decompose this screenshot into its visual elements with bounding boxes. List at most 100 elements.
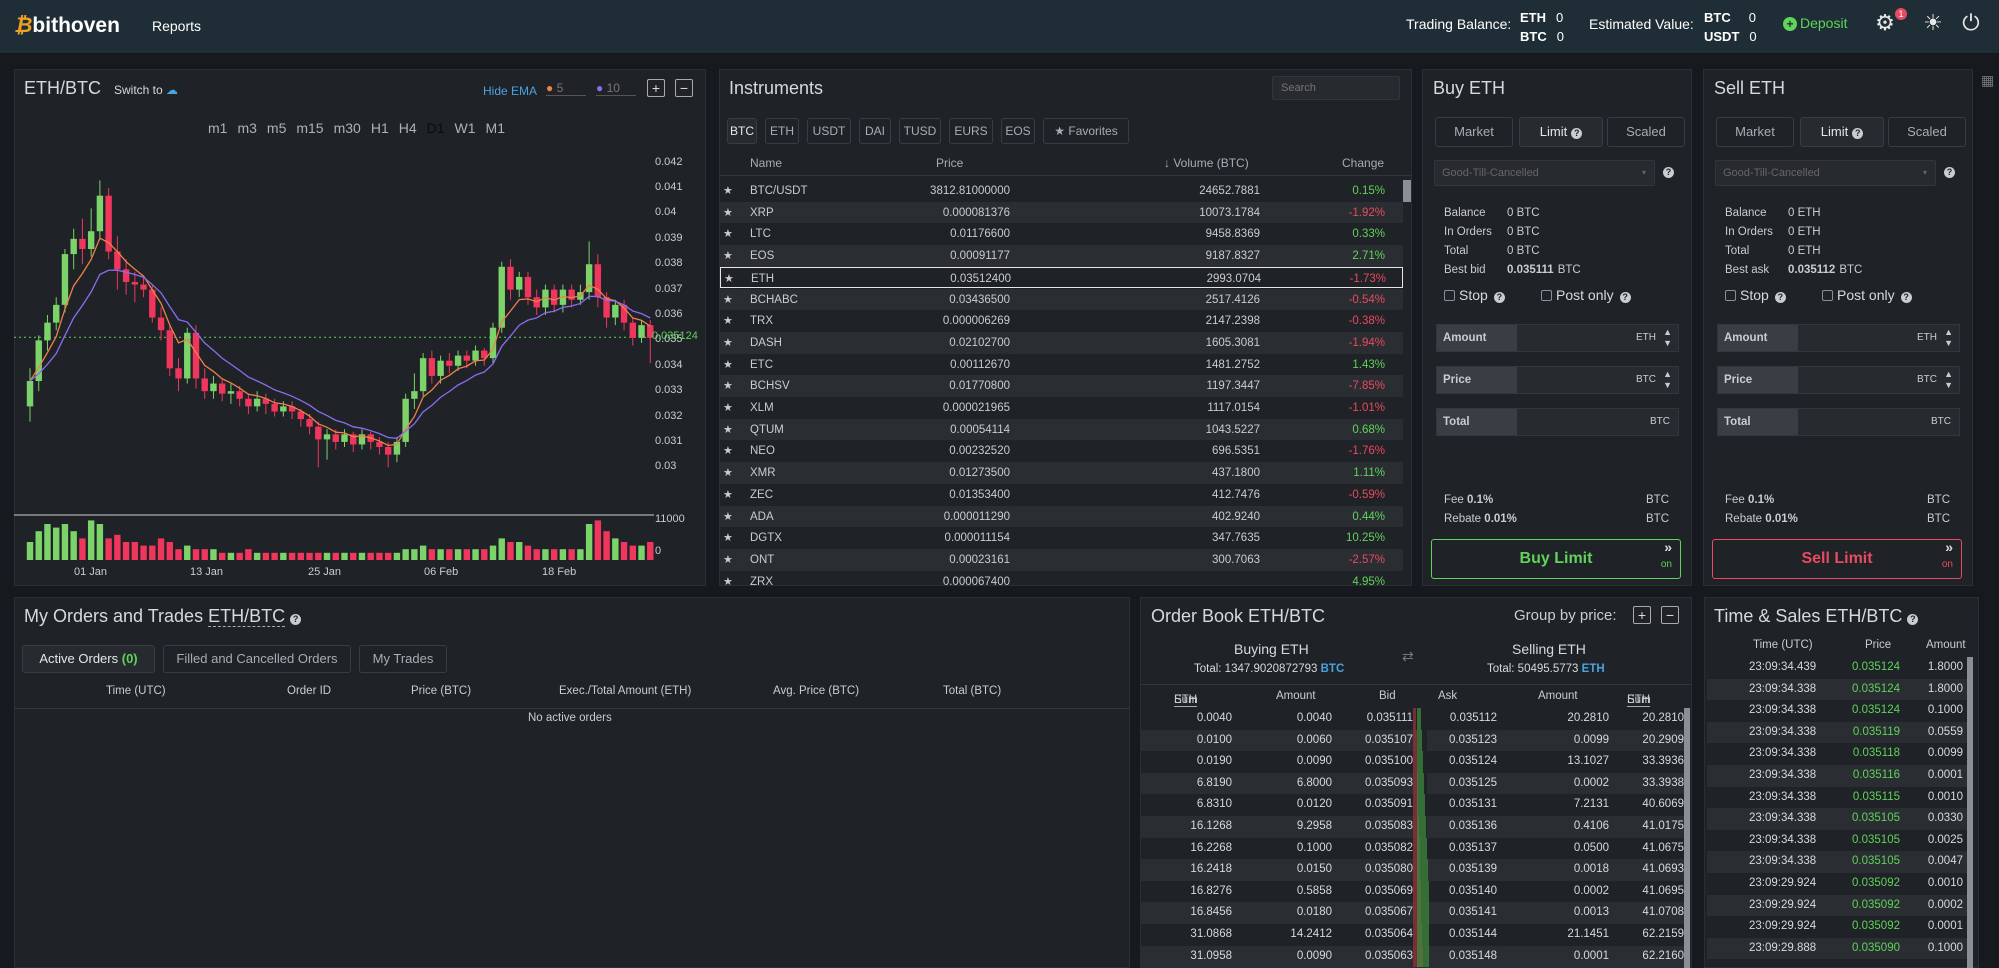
price-chart[interactable] xyxy=(14,140,654,580)
timeframe-m1[interactable]: m1 xyxy=(208,120,227,136)
buy-order-type-tab[interactable]: Scaled xyxy=(1607,117,1685,147)
timeframe-m5[interactable]: m5 xyxy=(267,120,286,136)
stepper-icon[interactable]: ▲ ▼ xyxy=(1663,369,1672,391)
instrument-row[interactable]: ★ ONT 0.00023161 300.7063 -2.57% xyxy=(720,548,1403,571)
instrument-row[interactable]: ★ DGTX 0.000011154 347.7635 10.25% xyxy=(720,527,1403,549)
timeframe-D1[interactable]: D1 xyxy=(427,120,445,136)
favorite-star-icon[interactable]: ★ xyxy=(723,553,733,566)
favorite-star-icon[interactable]: ★ xyxy=(723,358,733,371)
orders-column-header[interactable]: Exec./Total Amount (ETH) xyxy=(559,685,691,697)
timeframe-H4[interactable]: H4 xyxy=(399,120,417,136)
buy-post-only-checkbox[interactable]: Post only? xyxy=(1541,287,1631,303)
bid-row[interactable]: 16.8456 0.0180 0.035067 xyxy=(1140,902,1416,924)
favorite-star-icon[interactable]: ★ xyxy=(723,488,733,501)
help-icon[interactable]: ? xyxy=(290,614,302,625)
instrument-row[interactable]: ★ TRX 0.000006269 2147.2398 -0.38% xyxy=(720,310,1403,332)
favorite-star-icon[interactable]: ★ xyxy=(723,510,733,523)
sell-tif-select[interactable]: Good-Till-Cancelled ▾ xyxy=(1715,160,1936,186)
ask-row[interactable]: 0.035140 0.0002 41.0695 xyxy=(1417,880,1685,903)
sell-stop-checkbox[interactable]: Stop? xyxy=(1725,287,1786,303)
hide-ema-button[interactable]: Hide EMA xyxy=(483,84,537,98)
help-icon[interactable]: ? xyxy=(1619,292,1631,303)
instrument-row[interactable]: ★ XLM 0.000021965 1117.0154 -1.01% xyxy=(720,397,1403,419)
logo[interactable]: ₿bithoven xyxy=(14,14,120,38)
bid-row[interactable]: 6.8310 0.0120 0.035091 xyxy=(1140,794,1416,816)
stepper-icon[interactable]: ▲ ▼ xyxy=(1663,327,1672,349)
ob-scrollbar[interactable] xyxy=(1684,708,1690,968)
instrument-row[interactable]: ★ ADA 0.000011290 402.9240 0.44% xyxy=(720,505,1403,528)
buy-tif-select[interactable]: Good-Till-Cancelled ▾ xyxy=(1434,160,1655,186)
orders-column-header[interactable]: Order ID xyxy=(287,685,331,697)
favorite-star-icon[interactable]: ★ xyxy=(723,423,733,436)
favorite-star-icon[interactable]: ★ xyxy=(724,272,734,285)
instrument-row[interactable]: ★ EOS 0.00091177 9187.8327 2.71% xyxy=(720,245,1403,267)
help-icon[interactable]: ? xyxy=(1493,292,1505,303)
tab-filled-cancelled[interactable]: Filled and Cancelled Orders xyxy=(163,645,351,673)
ask-row[interactable]: 0.035112 20.2810 20.2810 xyxy=(1417,708,1685,730)
sell-amount-input[interactable]: Amount ETH ▲ ▼ xyxy=(1717,324,1960,352)
tab-active-orders[interactable]: Active Orders (0) xyxy=(22,645,155,673)
col-price[interactable]: Price xyxy=(936,156,963,170)
instrument-row[interactable]: ★ BTC/USDT 3812.81000000 24652.7881 0.15% xyxy=(720,180,1403,202)
bid-row[interactable]: 0.0040 0.0040 0.035111 xyxy=(1140,708,1416,730)
buy-order-type-tab[interactable]: Limit? xyxy=(1519,117,1603,147)
favorite-star-icon[interactable]: ★ xyxy=(723,314,733,327)
ask-row[interactable]: 0.035136 0.4106 41.0175 xyxy=(1417,816,1685,838)
instrument-row[interactable]: ★ ETC 0.00112670 1481.2752 1.43% xyxy=(720,354,1403,376)
instrument-row[interactable]: ★ ZRX 0.000067400 4.95% xyxy=(720,571,1403,593)
ask-row[interactable]: 0.035125 0.0002 33.3938 xyxy=(1417,772,1685,795)
sell-order-type-tab[interactable]: Market xyxy=(1716,117,1794,147)
ask-row[interactable]: 0.035131 7.2131 40.6069 xyxy=(1417,794,1685,816)
instrument-tab[interactable]: TUSD xyxy=(899,118,941,144)
group-increase-button[interactable]: + xyxy=(1633,606,1651,624)
orders-column-header[interactable]: Price (BTC) xyxy=(411,685,471,697)
col-name[interactable]: Name xyxy=(750,156,782,170)
sell-total-input[interactable]: Total BTC xyxy=(1717,408,1960,436)
zoom-out-button[interactable]: − xyxy=(675,79,693,97)
instrument-tab[interactable]: USDT xyxy=(807,118,851,144)
search-input[interactable] xyxy=(1272,76,1400,100)
favorite-star-icon[interactable]: ★ xyxy=(723,184,733,197)
favorite-star-icon[interactable]: ★ xyxy=(723,336,733,349)
ema5-input[interactable]: ● 5 xyxy=(546,81,586,96)
zoom-in-button[interactable]: + xyxy=(647,79,665,97)
favorite-star-icon[interactable]: ★ xyxy=(723,293,733,306)
instrument-row[interactable]: ★ DASH 0.02102700 1605.3081 -1.94% xyxy=(720,331,1403,354)
help-icon[interactable]: ? xyxy=(1774,292,1786,303)
bid-row[interactable]: 16.2268 0.1000 0.035082 xyxy=(1140,838,1416,860)
help-icon[interactable]: ? xyxy=(1907,614,1919,625)
favorite-star-icon[interactable]: ★ xyxy=(723,575,733,588)
nav-reports[interactable]: Reports xyxy=(152,18,201,34)
help-icon[interactable]: ? xyxy=(1852,128,1864,139)
instrument-row[interactable]: ★ LTC 0.01176600 9458.8369 0.33% xyxy=(720,223,1403,245)
buy-amount-input[interactable]: Amount ETH ▲ ▼ xyxy=(1436,324,1679,352)
instrument-row[interactable]: ★ BCHABC 0.03436500 2517.4126 -0.54% xyxy=(720,288,1403,311)
favorite-star-icon[interactable]: ★ xyxy=(723,227,733,240)
favorite-star-icon[interactable]: ★ xyxy=(723,401,733,414)
bid-row[interactable]: 16.8276 0.5858 0.035069 xyxy=(1140,881,1416,903)
instrument-row[interactable]: ★ QTUM 0.00054114 1043.5227 0.68% xyxy=(720,418,1403,441)
ask-row[interactable]: 0.035123 0.0099 20.2909 xyxy=(1417,729,1685,752)
theme-sun-icon[interactable]: ☀ xyxy=(1920,10,1946,36)
sell-post-only-checkbox[interactable]: Post only? xyxy=(1822,287,1912,303)
orders-column-header[interactable]: Total (BTC) xyxy=(943,685,1001,697)
ask-row[interactable]: 0.035148 0.0001 62.2160 xyxy=(1417,945,1685,968)
ask-row[interactable]: 0.035144 21.1451 62.2159 xyxy=(1417,924,1685,946)
logout-icon[interactable]: ⏻ xyxy=(1958,10,1984,36)
timeframe-m30[interactable]: m30 xyxy=(334,120,361,136)
orders-column-header[interactable]: Time (UTC) xyxy=(106,685,166,697)
favorite-star-icon[interactable]: ★ xyxy=(723,444,733,457)
help-icon[interactable]: ? xyxy=(1944,167,1955,178)
group-decrease-button[interactable]: − xyxy=(1661,606,1679,624)
buy-order-type-tab[interactable]: Market xyxy=(1435,117,1513,147)
instrument-tab[interactable]: EOS xyxy=(1001,118,1035,144)
ask-row[interactable]: 0.035124 13.1027 33.3936 xyxy=(1417,751,1685,773)
bid-row[interactable]: 16.1268 9.2958 0.035083 xyxy=(1140,816,1416,838)
ema10-input[interactable]: ● 10 xyxy=(596,81,636,96)
timeframe-M1[interactable]: M1 xyxy=(486,120,505,136)
bid-row[interactable]: 0.0100 0.0060 0.035107 xyxy=(1140,729,1416,752)
buy-price-input[interactable]: Price BTC ▲ ▼ xyxy=(1436,366,1679,394)
buy-limit-button[interactable]: Buy Limit» on xyxy=(1431,539,1681,579)
orders-column-header[interactable]: Avg. Price (BTC) xyxy=(773,685,859,697)
col-change[interactable]: Change xyxy=(1342,156,1384,170)
